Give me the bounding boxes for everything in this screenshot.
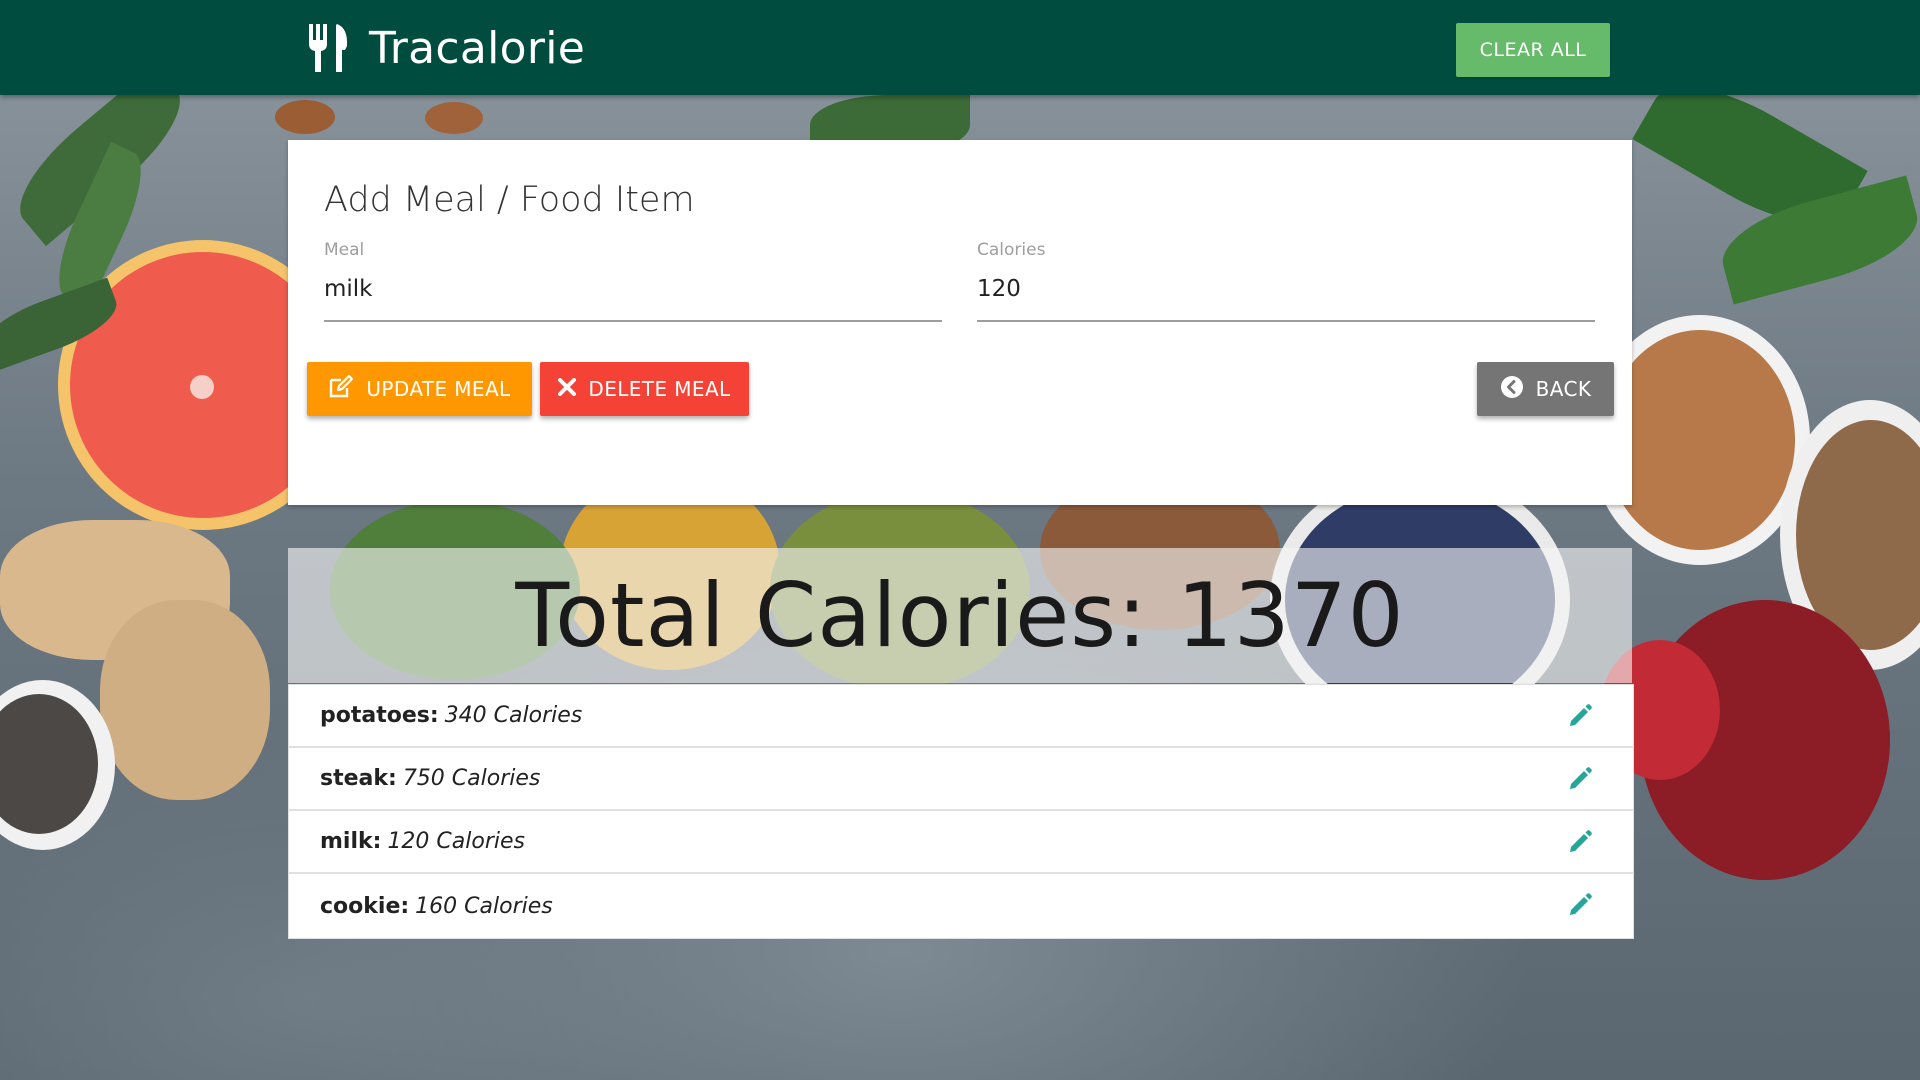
item-calories: 160 Calories bbox=[415, 893, 553, 919]
chevron-circle-left-icon bbox=[1500, 375, 1524, 404]
item-calories: 340 Calories bbox=[444, 703, 583, 728]
update-meal-button[interactable]: UPDATE MEAL bbox=[307, 362, 532, 416]
list-item: milk: 120 Calories bbox=[289, 811, 1633, 874]
brand-title: Tracalorie bbox=[369, 22, 586, 74]
meal-list: potatoes: 340 Calories steak: 750 Calori… bbox=[288, 684, 1634, 939]
calories-input[interactable] bbox=[977, 276, 1595, 322]
item-calories: 750 Calories bbox=[402, 766, 541, 791]
list-item: potatoes: 340 Calories bbox=[289, 685, 1633, 748]
total-calories: Total Calories: 1370 bbox=[515, 564, 1405, 667]
close-icon bbox=[558, 377, 577, 401]
item-name: milk: bbox=[320, 829, 382, 854]
brand[interactable]: Tracalorie bbox=[307, 18, 585, 78]
pencil-icon[interactable] bbox=[1567, 892, 1593, 918]
delete-meal-button[interactable]: DELETE MEAL bbox=[540, 362, 749, 416]
back-button[interactable]: BACK bbox=[1477, 362, 1614, 416]
pencil-icon[interactable] bbox=[1567, 766, 1593, 792]
total-calories-banner: Total Calories: 1370 bbox=[288, 548, 1632, 683]
meal-input[interactable] bbox=[324, 276, 942, 322]
item-name: steak: bbox=[320, 766, 397, 791]
item-calories: 120 Calories bbox=[387, 829, 525, 854]
back-label: BACK bbox=[1535, 377, 1592, 401]
meal-field: Meal bbox=[324, 240, 942, 322]
meal-label: Meal bbox=[324, 240, 365, 260]
list-item: steak: 750 Calories bbox=[289, 748, 1633, 811]
delete-meal-label: DELETE MEAL bbox=[588, 377, 731, 401]
list-item: cookie: 160 Calories bbox=[289, 874, 1633, 938]
form-title: Add Meal / Food Item bbox=[324, 180, 695, 220]
pencil-icon[interactable] bbox=[1567, 703, 1593, 729]
navbar: Tracalorie CLEAR ALL bbox=[0, 0, 1920, 95]
calories-label: Calories bbox=[977, 240, 1046, 260]
clear-all-button[interactable]: CLEAR ALL bbox=[1456, 23, 1610, 77]
item-name: potatoes: bbox=[320, 703, 439, 728]
utensils-icon bbox=[307, 24, 349, 72]
edit-square-icon bbox=[328, 374, 354, 404]
update-meal-label: UPDATE MEAL bbox=[366, 377, 511, 401]
meal-form-card: Add Meal / Food Item Meal Calories UPDAT… bbox=[288, 140, 1632, 505]
item-name: cookie: bbox=[320, 893, 410, 919]
calories-field: Calories bbox=[977, 240, 1595, 322]
pencil-icon[interactable] bbox=[1567, 829, 1593, 855]
